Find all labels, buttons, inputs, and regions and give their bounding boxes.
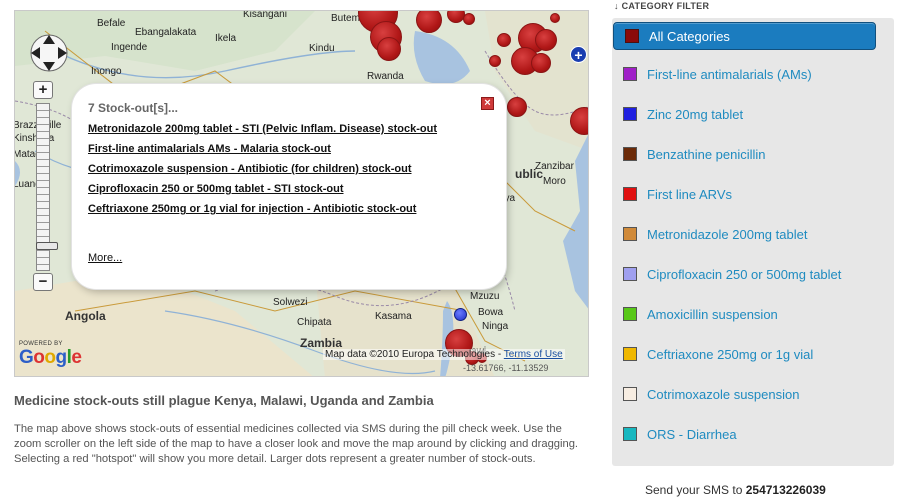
selected-hotspot[interactable] <box>454 308 467 321</box>
place-label: Ninga <box>482 321 509 332</box>
category-zinc[interactable]: Zinc 20mg tablet <box>612 100 876 128</box>
place-label: Rwanda <box>367 71 404 82</box>
category-color-swatch <box>623 187 637 201</box>
sms-instruction: Send your SMS to 254713226039 <box>645 483 826 497</box>
category-label: Benzathine penicillin <box>647 146 766 162</box>
category-color-swatch <box>623 147 637 161</box>
category-metronidazole[interactable]: Metronidazole 200mg tablet <box>612 220 876 248</box>
category-color-swatch <box>623 107 637 121</box>
place-label: Moro <box>543 176 566 187</box>
map-attribution: Map data ©2010 Europa Technologies - Ter… <box>323 349 565 360</box>
place-label: Ikela <box>215 33 237 44</box>
stockout-hotspot[interactable] <box>489 55 501 67</box>
category-color-swatch <box>623 427 637 441</box>
popup-stockout-link[interactable]: Ciprofloxacin 250 or 500mg tablet - STI … <box>88 182 468 196</box>
stockout-hotspot[interactable] <box>497 33 511 47</box>
category-color-swatch <box>623 227 637 241</box>
place-label: Zanzibar <box>535 161 574 172</box>
category-label: First-line antimalarials (AMs) <box>647 66 812 82</box>
zoom-in-button[interactable]: + <box>33 81 53 99</box>
category-cotrimoxazole[interactable]: Cotrimoxazole suspension <box>612 380 876 408</box>
country-label: Zambia <box>300 336 343 350</box>
stockout-hotspot[interactable] <box>535 29 557 51</box>
category-ors[interactable]: ORS - Diarrhea <box>612 420 876 448</box>
category-color-swatch <box>623 67 637 81</box>
category-color-swatch <box>623 387 637 401</box>
zoom-slider-track[interactable] <box>36 103 58 271</box>
popup-stockout-list: Metronidazole 200mg tablet - STI (Pelvic… <box>88 122 468 222</box>
category-ceftriaxone[interactable]: Ceftriaxone 250mg or 1g vial <box>612 340 876 368</box>
place-label: Bowa <box>478 307 504 318</box>
category-filter-heading: ↓ CATEGORY FILTER <box>614 1 710 11</box>
page-headline: Medicine stock-outs still plague Kenya, … <box>14 393 434 408</box>
place-label: Butem <box>331 13 360 24</box>
coordinate-readout: -13.61766, -11.13529 <box>463 363 549 373</box>
zoom-out-button[interactable]: − <box>33 273 53 291</box>
stockout-popup: 7 Stock-out[s]... × Metronidazole 200mg … <box>72 84 506 289</box>
category-label: Metronidazole 200mg tablet <box>647 226 808 242</box>
place-label: Chipata <box>297 317 332 328</box>
category-color-swatch <box>623 267 637 281</box>
category-all[interactable]: All Categories <box>613 22 876 50</box>
popup-stockout-link[interactable]: Ceftriaxone 250mg or 1g vial for injecti… <box>88 202 468 216</box>
close-icon[interactable]: × <box>481 97 494 110</box>
category-label: Ceftriaxone 250mg or 1g vial <box>647 346 814 362</box>
category-arvs[interactable]: First line ARVs <box>612 180 876 208</box>
stockout-hotspot[interactable] <box>377 37 401 61</box>
popup-stockout-link[interactable]: First-line antimalarials AMs - Malaria s… <box>88 142 468 156</box>
category-label: Ciprofloxacin 250 or 500mg tablet <box>647 266 842 282</box>
map-description: The map above shows stock-outs of essent… <box>14 423 579 466</box>
category-ciprofloxacin[interactable]: Ciprofloxacin 250 or 500mg tablet <box>612 260 876 288</box>
place-label: Solwezi <box>273 297 308 308</box>
zoom-slider-handle[interactable] <box>36 242 58 250</box>
category-antimalarials[interactable]: First-line antimalarials (AMs) <box>612 60 876 88</box>
category-label: Amoxicillin suspension <box>647 306 778 322</box>
category-label: All Categories <box>649 28 730 44</box>
arrow-down-icon: ↓ <box>614 1 622 11</box>
place-label: Kindu <box>309 43 335 54</box>
category-label: ORS - Diarrhea <box>647 426 737 442</box>
plus-icon[interactable]: + <box>570 46 587 63</box>
stockout-hotspot[interactable] <box>531 53 551 73</box>
stockout-hotspot[interactable] <box>550 13 560 23</box>
google-logo[interactable]: POWERED BY Google <box>19 341 82 369</box>
popup-title: 7 Stock-out[s]... <box>88 101 179 115</box>
category-label: Cotrimoxazole suspension <box>647 386 800 402</box>
place-label: Inongo <box>91 66 122 77</box>
popup-stockout-link[interactable]: Metronidazole 200mg tablet - STI (Pelvic… <box>88 122 468 136</box>
stockout-map[interactable]: Kisangani Butem Befale Ebangalakata Ikel… <box>14 10 589 377</box>
place-label: Mzuzu <box>470 291 500 302</box>
category-label: First line ARVs <box>647 186 733 202</box>
place-label: Kasama <box>375 311 412 322</box>
category-color-swatch <box>625 29 639 43</box>
category-filter-panel: All Categories First-line antimalarials … <box>612 18 894 466</box>
terms-of-use-link[interactable]: Terms of Use <box>504 349 563 360</box>
country-label: Angola <box>65 309 106 323</box>
category-benzathine-penicillin[interactable]: Benzathine penicillin <box>612 140 876 168</box>
place-label: Kisangani <box>243 10 287 20</box>
sms-number: 254713226039 <box>745 483 826 497</box>
place-label: Befale <box>97 18 126 29</box>
category-color-swatch <box>623 347 637 361</box>
popup-stockout-link[interactable]: Cotrimoxazole suspension - Antibiotic (f… <box>88 162 468 176</box>
popup-more-link[interactable]: More... <box>88 252 122 264</box>
stockout-hotspot[interactable] <box>463 13 475 25</box>
zoom-control[interactable]: + − <box>33 81 58 291</box>
pan-arrows-icon[interactable] <box>27 31 71 75</box>
place-label: Ingende <box>111 42 148 53</box>
stockout-hotspot[interactable] <box>507 97 527 117</box>
category-amoxicillin[interactable]: Amoxicillin suspension <box>612 300 876 328</box>
place-label: Ebangalakata <box>135 27 197 38</box>
category-color-swatch <box>623 307 637 321</box>
category-label: Zinc 20mg tablet <box>647 106 744 122</box>
